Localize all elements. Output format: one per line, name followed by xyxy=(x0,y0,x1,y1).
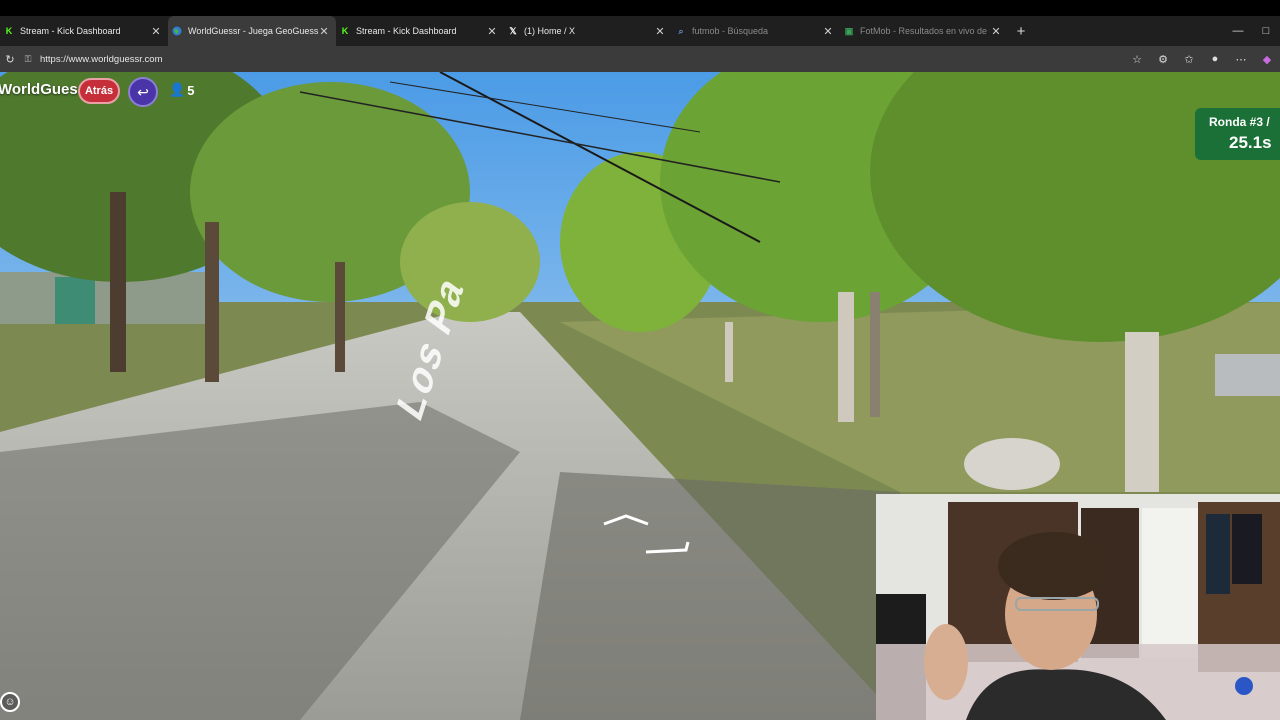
user-icon: 👤 xyxy=(169,82,186,97)
webcam-scene xyxy=(876,494,1280,720)
tab-futmob-search[interactable]: ⌕ futmob - Búsqueda ✕ xyxy=(672,16,840,46)
tab-label: futmob - Búsqueda xyxy=(692,26,769,36)
tab-label: FotMob - Resultados en vivo de fu xyxy=(860,26,990,36)
profile-icon[interactable]: ● xyxy=(1202,53,1228,65)
search-icon: ⌕ xyxy=(678,25,684,36)
favorites-icon[interactable]: ✩ xyxy=(1176,53,1202,66)
close-icon[interactable]: ✕ xyxy=(822,25,834,38)
new-tab-button[interactable]: + xyxy=(1008,23,1034,40)
tab-kick-dashboard-1[interactable]: K Stream - Kick Dashboard ✕ xyxy=(0,16,168,46)
round-label: Ronda #3 / xyxy=(1209,115,1270,129)
round-timer-panel: Ronda #3 / 25.1s xyxy=(1195,108,1280,160)
top-black-bar xyxy=(0,0,1280,16)
return-to-start-button[interactable]: ↩ xyxy=(128,77,158,107)
tab-label: Stream - Kick Dashboard xyxy=(20,26,121,36)
tab-label: Stream - Kick Dashboard xyxy=(356,26,457,36)
kick-icon: K xyxy=(5,26,13,36)
close-icon[interactable]: ✕ xyxy=(990,25,1002,38)
fotmob-icon: ▣ xyxy=(844,25,854,36)
timer-value: 25.1s xyxy=(1229,133,1272,152)
kick-icon: K xyxy=(341,26,349,36)
tab-strip: K Stream - Kick Dashboard ✕ WorldGuessr … xyxy=(0,16,1280,46)
close-icon[interactable]: ✕ xyxy=(150,25,162,38)
x-icon: 𝕏 xyxy=(509,25,517,36)
back-button[interactable]: Atrás xyxy=(78,78,120,104)
return-arrow-icon: ↩ xyxy=(137,83,149,100)
emoji-icon[interactable]: ☺ xyxy=(0,692,20,712)
tab-kick-dashboard-2[interactable]: K Stream - Kick Dashboard ✕ xyxy=(336,16,504,46)
close-icon[interactable]: ✕ xyxy=(486,25,498,38)
site-info-icon[interactable]: ⚿ xyxy=(20,54,36,65)
players-count: 5 xyxy=(187,82,195,98)
more-icon[interactable]: ⋯ xyxy=(1228,53,1254,66)
toolbar-icons: ☆ ⚙ ✩ ● ⋯ ◆ xyxy=(1124,46,1280,72)
tab-fotmob[interactable]: ▣ FotMob - Resultados en vivo de fu ✕ xyxy=(840,16,1008,46)
tab-x-home[interactable]: 𝕏 (1) Home / X ✕ xyxy=(504,16,672,46)
window-controls: — □ xyxy=(1224,16,1280,46)
street-view-panorama[interactable]: Los Pa WorldGuessr Atrás ↩ 👤 5 Ronda #3 … xyxy=(0,72,1280,720)
tab-worldguessr[interactable]: WorldGuessr - Juega GeoGuessr g ✕ xyxy=(168,16,336,46)
reload-icon[interactable]: ↻ xyxy=(0,53,20,66)
globe-icon xyxy=(172,26,182,36)
address-bar: ↻ ⚿ https://www.worldguessr.com ☆ ⚙ ✩ ● … xyxy=(0,46,1280,72)
extensions-icon[interactable]: ⚙ xyxy=(1150,53,1176,66)
webcam-overlay xyxy=(876,494,1280,720)
maximize-icon[interactable]: □ xyxy=(1252,25,1280,37)
url-field[interactable]: https://www.worldguessr.com xyxy=(40,54,163,65)
close-icon[interactable]: ✕ xyxy=(654,25,666,38)
tab-label: WorldGuessr - Juega GeoGuessr g xyxy=(188,26,318,36)
close-icon[interactable]: ✕ xyxy=(318,25,330,38)
copilot-icon[interactable]: ◆ xyxy=(1254,53,1280,66)
star-icon[interactable]: ☆ xyxy=(1124,53,1150,66)
players-indicator: 👤 5 xyxy=(169,82,194,98)
tab-label: (1) Home / X xyxy=(524,26,576,36)
minimize-icon[interactable]: — xyxy=(1224,25,1252,37)
